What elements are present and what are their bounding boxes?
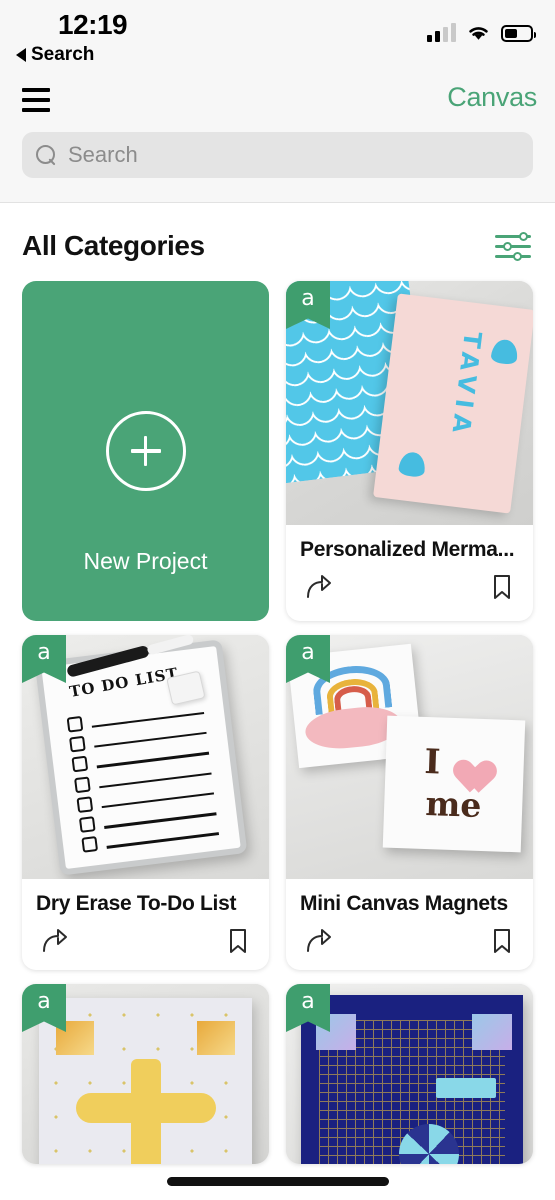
status-indicators: [427, 22, 536, 42]
badge-letter: a: [37, 989, 51, 1014]
app-screen: 12:19 Search Canvas Search All Categorie…: [0, 0, 555, 1200]
category-grid: New Project TAVIA a Personalized Merma..…: [22, 281, 533, 621]
category-grid-row3: a a: [22, 984, 533, 1164]
product-title: Dry Erase To-Do List: [36, 892, 237, 915]
product-meta: Dry Erase To-Do List: [22, 879, 269, 916]
search-input[interactable]: Search: [22, 132, 533, 178]
back-label: Search: [31, 44, 95, 65]
search-icon: [36, 144, 57, 166]
share-icon[interactable]: [38, 926, 68, 956]
magnet-text-me: me: [424, 784, 482, 826]
wifi-icon: [466, 23, 491, 42]
badge-letter: a: [301, 989, 315, 1014]
status-time: 12:19: [58, 9, 128, 40]
search-placeholder: Search: [68, 142, 138, 167]
bookmark-icon[interactable]: [487, 572, 517, 602]
product-image: TO DO LIST a: [22, 635, 269, 879]
product-card[interactable]: a: [22, 984, 269, 1164]
badge-letter: a: [37, 640, 51, 665]
product-image: I me a: [286, 635, 533, 879]
back-to-search-link[interactable]: Search: [16, 44, 94, 66]
home-indicator[interactable]: [166, 1177, 389, 1186]
product-image: TAVIA a: [286, 281, 533, 525]
new-project-card[interactable]: New Project: [22, 281, 269, 621]
search-bar-container: Search: [0, 132, 555, 202]
badge-letter: a: [301, 286, 315, 311]
product-actions: [286, 562, 533, 616]
share-icon[interactable]: [302, 572, 332, 602]
category-grid-row2: TO DO LIST a Dry Erase To-Do List I me a…: [22, 635, 533, 970]
product-card[interactable]: I me a Mini Canvas Magnets: [286, 635, 533, 970]
section-header: All Categories: [22, 203, 533, 281]
product-actions: [286, 916, 533, 970]
product-card[interactable]: a: [286, 984, 533, 1164]
product-meta: Personalized Merma...: [286, 525, 533, 562]
bookmark-icon[interactable]: [487, 926, 517, 956]
main-content: All Categories New Project TAVIA a Perso…: [0, 203, 555, 1164]
filter-sliders-icon[interactable]: [493, 229, 533, 263]
product-meta: Mini Canvas Magnets: [286, 879, 533, 916]
plus-circle-icon: [105, 411, 186, 491]
page-title: All Categories: [22, 230, 205, 261]
nav-bar: Canvas: [0, 72, 555, 132]
bookmark-icon[interactable]: [223, 926, 253, 956]
new-project-label: New Project: [83, 548, 208, 574]
product-actions: [22, 916, 269, 970]
product-image: a: [286, 984, 533, 1164]
magnet-letter-i: I: [423, 742, 441, 783]
product-title: Mini Canvas Magnets: [300, 892, 508, 915]
battery-icon: [501, 25, 536, 42]
cellular-signal-icon: [427, 22, 456, 42]
back-arrow-icon: [16, 48, 26, 62]
heart-icon: [447, 746, 486, 781]
product-title: Personalized Merma...: [300, 538, 515, 561]
hamburger-menu-icon[interactable]: [22, 88, 50, 112]
product-image: a: [22, 984, 269, 1164]
app-brand-title: Canvas: [447, 82, 537, 112]
product-card[interactable]: TO DO LIST a Dry Erase To-Do List: [22, 635, 269, 970]
status-bar: 12:19 Search: [0, 0, 555, 72]
product-card[interactable]: TAVIA a Personalized Merma...: [286, 281, 533, 621]
share-icon[interactable]: [302, 926, 332, 956]
badge-letter: a: [301, 640, 315, 665]
journal-monogram: TAVIA: [445, 329, 487, 440]
